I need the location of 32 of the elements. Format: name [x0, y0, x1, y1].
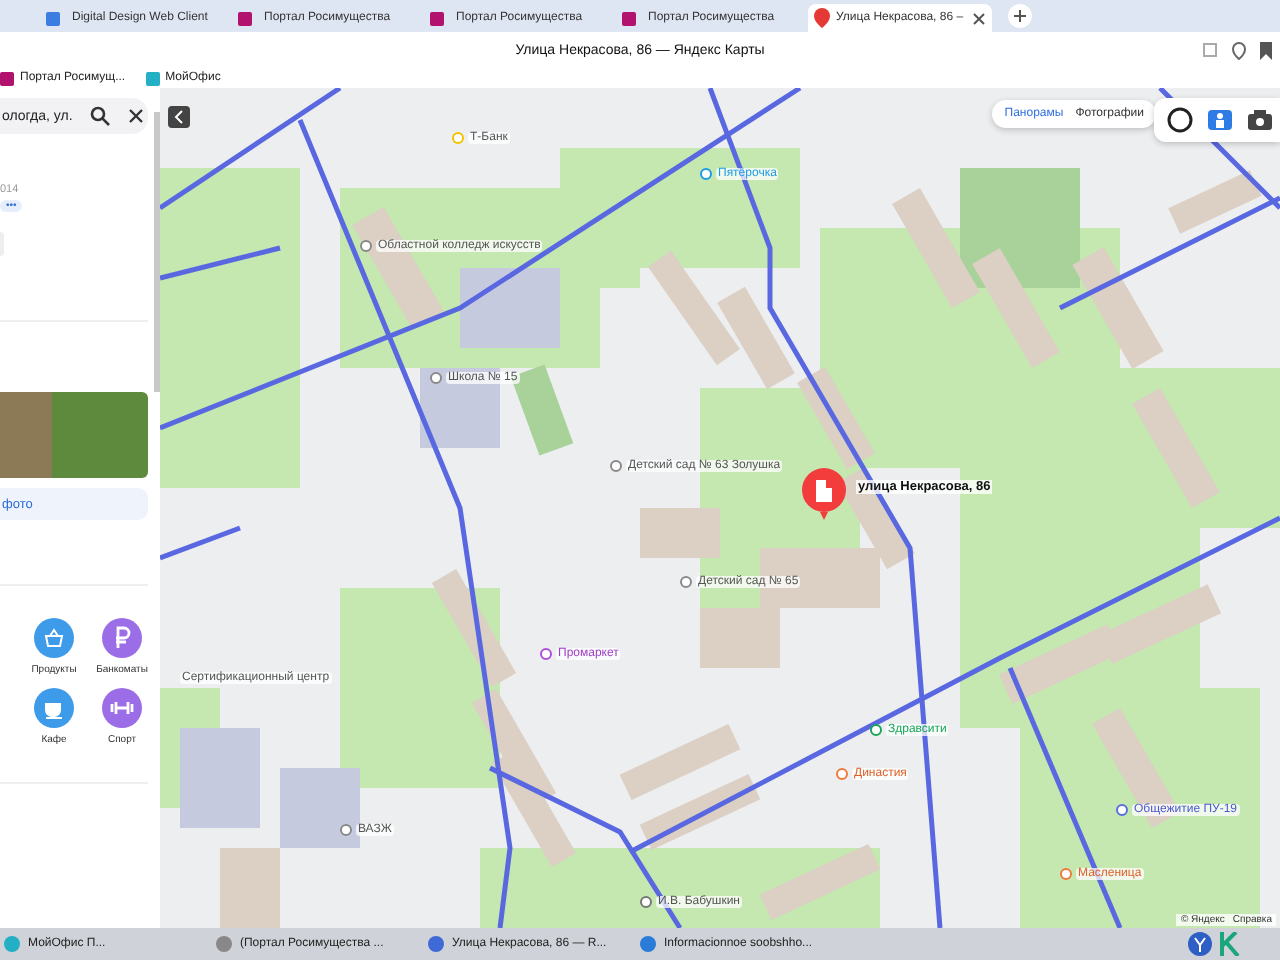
site-icon — [622, 11, 636, 25]
site-icon — [238, 11, 252, 25]
camera-icon[interactable] — [1246, 106, 1274, 134]
browser-tray-icon[interactable] — [1188, 932, 1212, 956]
building — [180, 728, 260, 828]
site-icon — [46, 11, 60, 25]
close-icon[interactable] — [128, 108, 145, 124]
scrollbar[interactable] — [154, 112, 160, 392]
poi-icon[interactable] — [836, 768, 848, 780]
site-icon — [430, 11, 444, 25]
layers-icon[interactable] — [1166, 106, 1194, 134]
poi-icon[interactable] — [870, 724, 882, 736]
building — [420, 368, 500, 448]
building — [220, 848, 280, 928]
chevron-icon — [174, 110, 184, 124]
pin-icon[interactable] — [1232, 42, 1246, 60]
poi-icon[interactable] — [680, 576, 692, 588]
bookmark-icon[interactable] — [1260, 42, 1272, 60]
panorama-icon[interactable] — [1206, 106, 1234, 134]
building — [460, 268, 560, 348]
close-icon[interactable] — [972, 11, 986, 25]
building — [640, 508, 720, 558]
pin-icon — [814, 8, 830, 28]
new-tab-icon[interactable] — [1008, 4, 1032, 28]
building — [280, 768, 360, 848]
k-logo-icon[interactable] — [1220, 932, 1240, 956]
poi-icon[interactable] — [610, 460, 622, 472]
poi-icon[interactable] — [540, 648, 552, 660]
building-pin-icon[interactable] — [802, 468, 846, 520]
search-icon[interactable] — [90, 106, 111, 126]
sports-field — [960, 168, 1080, 288]
collapse-button[interactable] — [168, 106, 190, 128]
